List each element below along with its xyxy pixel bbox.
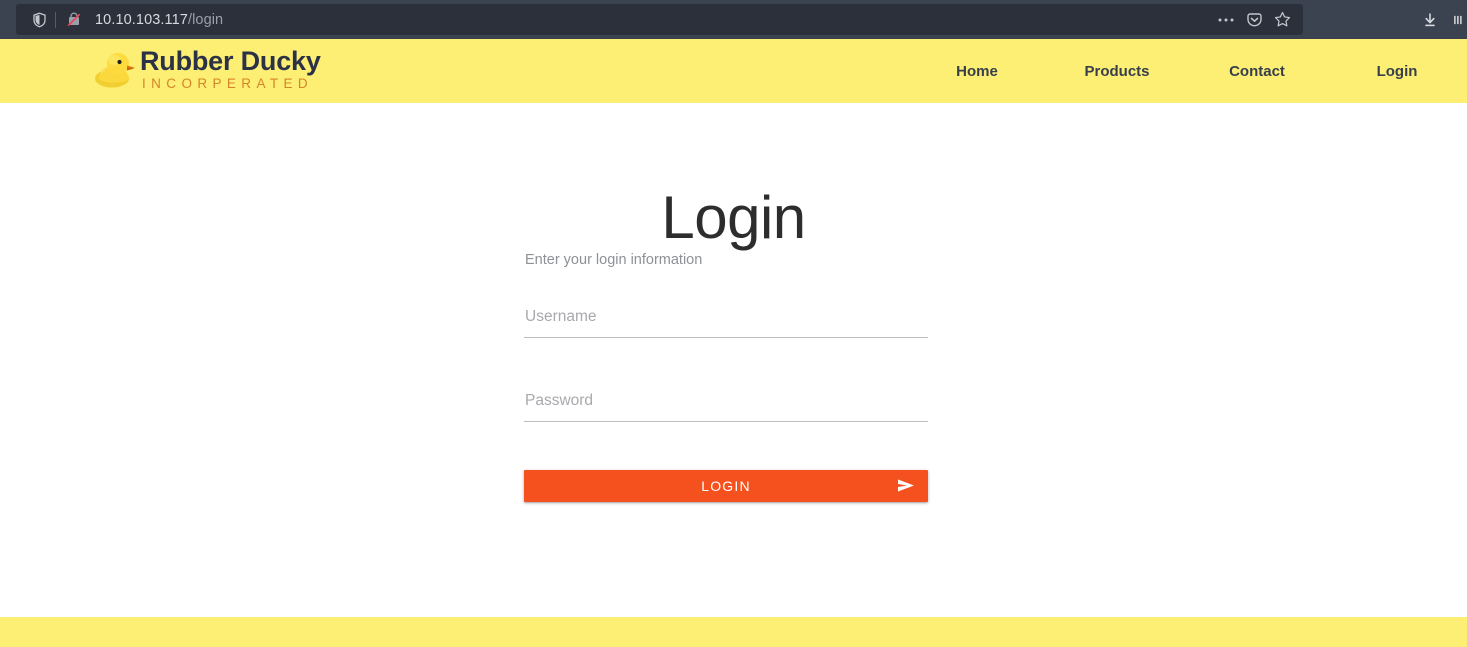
nav-cell-contact: Contact bbox=[1187, 57, 1327, 86]
nav-cell-products: Products bbox=[1047, 57, 1187, 86]
username-field-wrapper bbox=[524, 301, 928, 366]
url-host: 10.10.103.117 bbox=[95, 11, 188, 28]
site-footer bbox=[0, 617, 1467, 647]
brand-logo-link[interactable]: Rubber Ducky INCORPERATED bbox=[92, 44, 321, 93]
ellipsis-icon[interactable] bbox=[1213, 7, 1239, 33]
username-input[interactable] bbox=[524, 301, 928, 338]
nav-link-home[interactable]: Home bbox=[952, 57, 1002, 86]
main-navigation: Home Products Contact Login bbox=[907, 39, 1467, 103]
login-button-label: LOGIN bbox=[701, 477, 751, 494]
form-hint: Enter your login information bbox=[525, 252, 703, 268]
pocket-icon[interactable] bbox=[1241, 7, 1267, 33]
download-icon[interactable] bbox=[1417, 7, 1443, 33]
page-title: Login bbox=[661, 184, 806, 252]
nav-link-contact[interactable]: Contact bbox=[1225, 57, 1289, 86]
nav-link-login[interactable]: Login bbox=[1373, 57, 1422, 86]
nav-cell-home: Home bbox=[907, 57, 1047, 86]
brand-name: Rubber Ducky bbox=[140, 46, 321, 76]
brand-text: Rubber Ducky INCORPERATED bbox=[140, 44, 321, 93]
shield-icon[interactable] bbox=[26, 7, 52, 33]
browser-chrome: 10.10.103.117/login bbox=[0, 0, 1467, 39]
insecure-connection-icon[interactable] bbox=[61, 7, 87, 33]
browser-toolbar-right bbox=[1417, 4, 1467, 35]
url-text[interactable]: 10.10.103.117/login bbox=[95, 12, 1213, 28]
address-bar-identity-box bbox=[26, 7, 87, 33]
send-arrow-icon bbox=[896, 478, 916, 494]
login-form: Enter your login information LOGIN bbox=[524, 251, 928, 502]
site-header: Rubber Ducky INCORPERATED Home Products … bbox=[0, 39, 1467, 103]
identity-divider bbox=[55, 11, 56, 28]
url-path: /login bbox=[187, 11, 224, 28]
brand-subtitle: INCORPERATED bbox=[142, 76, 314, 92]
address-bar[interactable]: 10.10.103.117/login bbox=[16, 4, 1303, 35]
password-field-wrapper bbox=[524, 385, 928, 450]
password-input[interactable] bbox=[524, 385, 928, 422]
nav-cell-login: Login bbox=[1327, 57, 1467, 86]
star-icon[interactable] bbox=[1269, 7, 1295, 33]
rubber-duck-icon bbox=[92, 50, 136, 90]
login-submit-button[interactable]: LOGIN bbox=[524, 469, 928, 502]
address-bar-actions bbox=[1213, 7, 1295, 33]
nav-link-products[interactable]: Products bbox=[1080, 57, 1153, 86]
library-icon[interactable] bbox=[1453, 7, 1465, 33]
page-body: Login Enter your login information LOGIN bbox=[0, 103, 1467, 617]
